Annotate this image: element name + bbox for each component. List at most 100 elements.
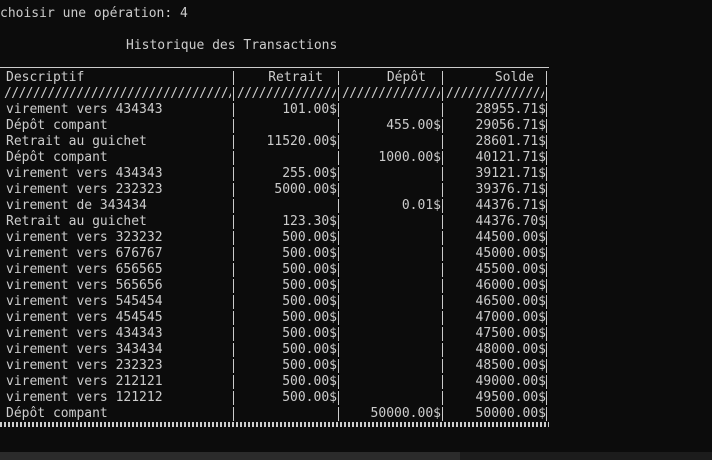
- scrollbar-thumb[interactable]: [0, 452, 460, 460]
- row-retrait: 500.00$: [282, 262, 337, 277]
- row-solde: 46000.00$: [475, 278, 546, 293]
- row-solde: 44500.00$: [475, 230, 546, 245]
- row-description: Dépôt compant: [6, 150, 108, 165]
- row-solde: 48500.00$: [475, 358, 546, 373]
- row-description: Dépôt compant: [6, 406, 108, 421]
- column-separator: [336, 294, 342, 310]
- column-separator: [336, 326, 342, 342]
- column-separator: [336, 230, 342, 246]
- row-retrait: 500.00$: [282, 230, 337, 245]
- column-separator: [544, 374, 550, 390]
- column-separator: [336, 182, 342, 198]
- column-separator: [544, 214, 550, 230]
- row-solde: 44376.71$: [475, 198, 546, 213]
- row-retrait: 500.00$: [282, 294, 337, 309]
- column-separator: [336, 246, 342, 262]
- row-description: Dépôt compant: [6, 118, 108, 133]
- row-solde: 39121.71$: [475, 166, 546, 181]
- column-separator: [544, 230, 550, 246]
- row-retrait: 101.00$: [282, 102, 337, 117]
- table-row: virement de 343434 0.01$ 44376.71$: [0, 198, 549, 214]
- column-separator: [544, 182, 550, 198]
- row-retrait: 500.00$: [282, 390, 337, 405]
- column-separator: [544, 134, 550, 150]
- header-retrait: Retrait: [268, 70, 323, 85]
- column-separator: [544, 102, 550, 118]
- column-separator: [544, 86, 550, 102]
- table-row: virement vers 232323 500.00$ 48500.00$: [0, 358, 549, 374]
- row-depot: 1000.00$: [378, 150, 441, 165]
- row-retrait: 500.00$: [282, 310, 337, 325]
- row-solde: 48000.00$: [475, 342, 546, 357]
- column-separator: [544, 262, 550, 278]
- table-row: virement vers 434343 101.00$ 28955.71$: [0, 102, 549, 118]
- table-row: virement vers 232323 5000.00$ 39376.71$: [0, 182, 549, 198]
- row-solde: 45500.00$: [475, 262, 546, 277]
- column-separator: [231, 150, 237, 166]
- row-retrait: 123.30$: [282, 214, 337, 229]
- row-solde: 49000.00$: [475, 374, 546, 389]
- column-separator: [544, 406, 550, 422]
- table-row: Retrait au guichet 123.30$ 44376.70$: [0, 214, 549, 230]
- table-header: Descriptif Retrait Dépôt Solde: [0, 70, 549, 86]
- row-retrait: 11520.00$: [266, 134, 337, 149]
- column-separator: [544, 166, 550, 182]
- slash-fill: /////////////////: [237, 86, 336, 101]
- row-description: virement vers 565656: [6, 278, 163, 293]
- row-description: virement vers 212121: [6, 374, 163, 389]
- column-separator: [544, 118, 550, 134]
- table-row: Dépôt compant 455.00$ 29056.71$: [0, 118, 549, 134]
- column-separator: [336, 214, 342, 230]
- table-row: virement vers 656565 500.00$ 45500.00$: [0, 262, 549, 278]
- history-title: Historique des Transactions: [126, 38, 338, 53]
- table-top-rule: [0, 67, 549, 68]
- row-description: virement vers 343434: [6, 342, 163, 357]
- column-separator: [336, 358, 342, 374]
- column-separator: [336, 102, 342, 118]
- column-separator: [544, 358, 550, 374]
- column-separator: [336, 134, 342, 150]
- horizontal-scrollbar[interactable]: [0, 452, 712, 460]
- row-solde: 29056.71$: [475, 118, 546, 133]
- row-description: virement vers 454545: [6, 310, 163, 325]
- column-separator: [544, 198, 550, 214]
- row-solde: 46500.00$: [475, 294, 546, 309]
- column-separator: [544, 310, 550, 326]
- row-solde: 45000.00$: [475, 246, 546, 261]
- console-prompt: choisir une opération: 4: [0, 6, 188, 21]
- column-separator: [336, 374, 342, 390]
- row-retrait: 500.00$: [282, 326, 337, 341]
- column-separator: [544, 326, 550, 342]
- column-separator: [336, 310, 342, 326]
- row-description: Retrait au guichet: [6, 134, 147, 149]
- row-description: virement vers 323232: [6, 230, 163, 245]
- row-retrait: 500.00$: [282, 278, 337, 293]
- table-row: virement vers 121212 500.00$ 49500.00$: [0, 390, 549, 406]
- row-retrait: 5000.00$: [274, 182, 337, 197]
- row-description: Retrait au guichet: [6, 214, 147, 229]
- table-row: virement vers 545454 500.00$ 46500.00$: [0, 294, 549, 310]
- console-window[interactable]: choisir une opération: 4 Historique des …: [0, 0, 712, 460]
- row-description: virement vers 434343: [6, 102, 163, 117]
- header-description: Descriptif: [6, 70, 85, 85]
- column-separator: [544, 246, 550, 262]
- column-separator: [336, 342, 342, 358]
- table-row: Dépôt compant 1000.00$ 40121.71$: [0, 150, 549, 166]
- table-row: virement vers 454545 500.00$ 47000.00$: [0, 310, 549, 326]
- row-retrait: 255.00$: [282, 166, 337, 181]
- row-solde: 47500.00$: [475, 326, 546, 341]
- column-separator: [544, 278, 550, 294]
- table-row: virement vers 676767 500.00$ 45000.00$: [0, 246, 549, 262]
- row-description: virement vers 676767: [6, 246, 163, 261]
- table-row: Dépôt compant 50000.00$ 50000.00$: [0, 406, 549, 422]
- table-row: virement vers 434343 255.00$ 39121.71$: [0, 166, 549, 182]
- row-description: virement vers 232323: [6, 182, 163, 197]
- header-solde: Solde: [494, 70, 534, 85]
- row-depot: 0.01$: [401, 198, 441, 213]
- column-separator: [336, 262, 342, 278]
- row-retrait: 500.00$: [282, 374, 337, 389]
- row-solde: 47000.00$: [475, 310, 546, 325]
- row-solde: 39376.71$: [475, 182, 546, 197]
- row-description: virement vers 545454: [6, 294, 163, 309]
- column-separator: [231, 198, 237, 214]
